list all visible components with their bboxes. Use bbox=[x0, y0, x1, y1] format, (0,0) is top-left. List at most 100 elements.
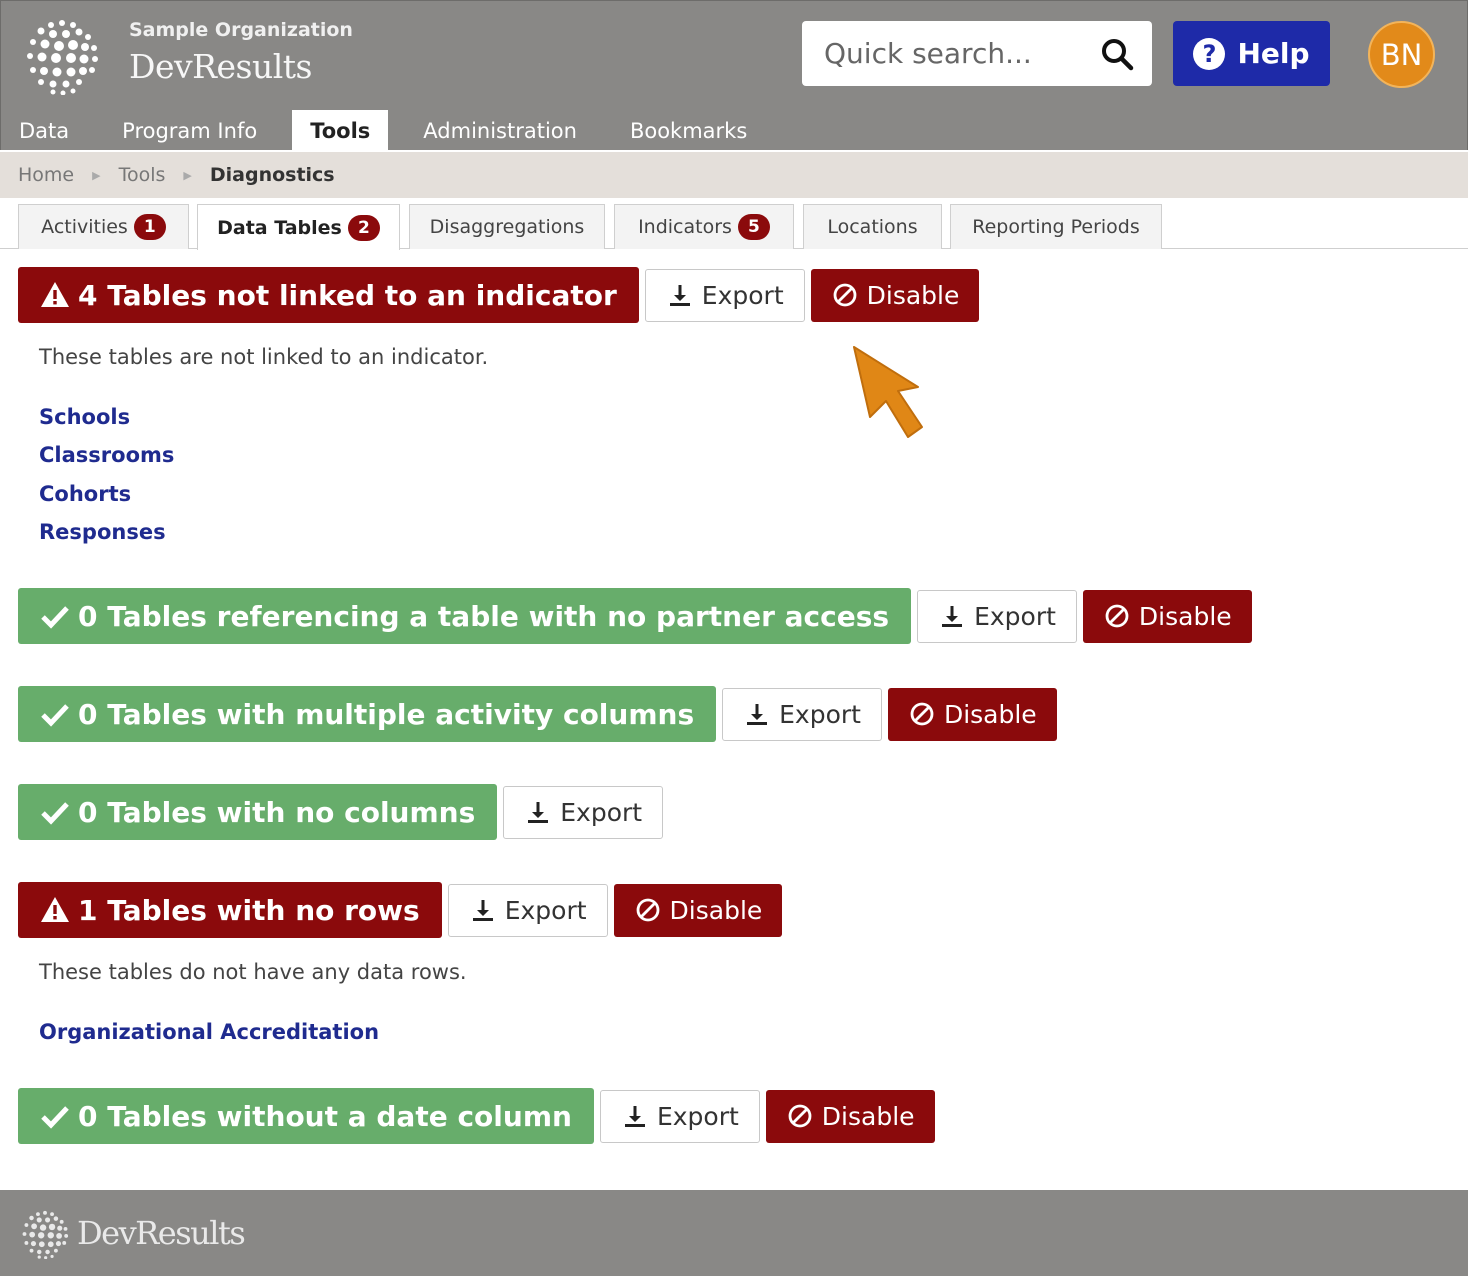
disable-button[interactable]: Disable bbox=[613, 883, 783, 937]
status-badge-ok: 0 Tables with multiple activity columns bbox=[18, 686, 717, 742]
diagnostic-no-rows: 1 Tables with no rows Export Disable bbox=[18, 882, 783, 938]
diagnostic-no-partner-access: 0 Tables referencing a table with no par… bbox=[18, 588, 1252, 644]
status-badge-error: 1 Tables with no rows bbox=[18, 882, 442, 938]
footer-app-name: DevResults bbox=[77, 1214, 246, 1252]
status-badge-error: 4 Tables not linked to an indicator bbox=[18, 267, 639, 323]
diagnostic-description: These tables are not linked to an indica… bbox=[39, 345, 489, 369]
globe-dots-icon[interactable] bbox=[23, 17, 101, 95]
status-title: 4 Tables not linked to an indicator bbox=[78, 278, 617, 312]
download-icon bbox=[669, 285, 690, 306]
disable-label: Disable bbox=[943, 699, 1037, 729]
disable-button[interactable]: Disable bbox=[810, 268, 980, 322]
status-title: 0 Tables referencing a table with no par… bbox=[78, 599, 890, 633]
breadcrumb-home[interactable]: Home bbox=[18, 164, 74, 186]
breadcrumb-tools[interactable]: Tools bbox=[119, 164, 166, 186]
main-nav: Data Program Info Tools Administration B… bbox=[1, 110, 782, 151]
status-badge-ok: 0 Tables without a date column bbox=[18, 1088, 594, 1144]
export-button[interactable]: Export bbox=[722, 687, 882, 741]
export-button[interactable]: Export bbox=[644, 268, 805, 322]
diagnostic-not-linked: 4 Tables not linked to an indicator Expo… bbox=[18, 267, 980, 323]
tab-locations[interactable]: Locations bbox=[803, 204, 942, 249]
help-button[interactable]: ? Help bbox=[1173, 21, 1330, 86]
download-icon bbox=[472, 900, 493, 921]
check-icon bbox=[41, 704, 69, 727]
organization-name: Sample Organization bbox=[129, 19, 353, 41]
ban-icon bbox=[788, 1104, 812, 1128]
table-link-organizational-accreditation[interactable]: Organizational Accreditation bbox=[39, 1020, 379, 1044]
check-icon bbox=[41, 1106, 69, 1129]
diagnostic-no-date-column: 0 Tables without a date column Export Di… bbox=[18, 1088, 935, 1144]
diagnostic-tabs: Activities 1 Data Tables 2 Disaggregatio… bbox=[0, 204, 1468, 250]
nav-item-bookmarks[interactable]: Bookmarks bbox=[612, 110, 765, 151]
tab-disaggregations[interactable]: Disaggregations bbox=[409, 204, 605, 249]
tab-activities[interactable]: Activities 1 bbox=[18, 204, 189, 249]
tab-label: Indicators bbox=[638, 216, 732, 238]
tab-label: Reporting Periods bbox=[972, 216, 1140, 238]
breadcrumb: Home ▶ Tools ▶ Diagnostics bbox=[0, 152, 1468, 198]
globe-dots-icon bbox=[22, 1210, 69, 1259]
nav-item-data[interactable]: Data bbox=[1, 110, 87, 151]
tab-data-tables[interactable]: Data Tables 2 bbox=[197, 204, 400, 250]
app-header: Sample Organization DevResults ? Help BN… bbox=[0, 0, 1468, 151]
tab-indicators[interactable]: Indicators 5 bbox=[614, 204, 794, 249]
check-icon bbox=[41, 802, 69, 825]
tab-reporting-periods[interactable]: Reporting Periods bbox=[950, 204, 1162, 249]
status-title: 0 Tables without a date column bbox=[78, 1099, 572, 1133]
quick-search bbox=[802, 21, 1152, 86]
download-icon bbox=[747, 704, 768, 725]
disable-button[interactable]: Disable bbox=[765, 1089, 935, 1143]
chevron-right-icon: ▶ bbox=[183, 168, 192, 182]
question-circle-icon: ? bbox=[1193, 37, 1226, 70]
chevron-right-icon: ▶ bbox=[92, 168, 101, 182]
disable-button[interactable]: Disable bbox=[1082, 589, 1252, 643]
nav-item-administration[interactable]: Administration bbox=[405, 110, 595, 151]
avatar[interactable]: BN bbox=[1368, 21, 1435, 88]
status-title: 1 Tables with no rows bbox=[78, 893, 420, 927]
download-icon bbox=[942, 606, 963, 627]
status-title: 0 Tables with no columns bbox=[78, 795, 476, 829]
table-link-classrooms[interactable]: Classrooms bbox=[39, 443, 174, 467]
disable-label: Disable bbox=[866, 280, 960, 310]
diagnostic-description: These tables do not have any data rows. bbox=[39, 960, 467, 984]
check-icon bbox=[41, 606, 69, 629]
export-button[interactable]: Export bbox=[917, 589, 1077, 643]
tab-label: Locations bbox=[827, 216, 918, 238]
export-button[interactable]: Export bbox=[599, 1089, 760, 1143]
count-badge: 5 bbox=[737, 214, 770, 240]
nav-item-program-info[interactable]: Program Info bbox=[104, 110, 275, 151]
help-label: Help bbox=[1237, 37, 1310, 70]
disable-label: Disable bbox=[669, 895, 763, 925]
status-badge-ok: 0 Tables with no columns bbox=[18, 784, 498, 840]
app-name[interactable]: DevResults bbox=[129, 47, 312, 86]
download-icon bbox=[624, 1106, 645, 1127]
export-button[interactable]: Export bbox=[503, 785, 664, 839]
table-link-cohorts[interactable]: Cohorts bbox=[39, 482, 131, 506]
table-link-responses[interactable]: Responses bbox=[39, 520, 166, 544]
ban-icon bbox=[910, 702, 934, 726]
export-label: Export bbox=[656, 1101, 739, 1131]
export-label: Export bbox=[701, 280, 784, 310]
ban-icon bbox=[1105, 604, 1129, 628]
export-button[interactable]: Export bbox=[447, 883, 608, 937]
export-label: Export bbox=[974, 601, 1056, 631]
tab-label: Data Tables bbox=[217, 216, 342, 239]
app-footer: DevResults bbox=[0, 1190, 1468, 1276]
nav-item-tools[interactable]: Tools bbox=[292, 110, 389, 151]
download-icon bbox=[528, 802, 549, 823]
search-input[interactable] bbox=[802, 21, 1092, 86]
diagnostic-no-columns: 0 Tables with no columns Export bbox=[18, 784, 664, 840]
export-label: Export bbox=[779, 699, 861, 729]
disable-label: Disable bbox=[1138, 601, 1232, 631]
export-label: Export bbox=[560, 797, 643, 827]
search-icon[interactable] bbox=[1100, 37, 1134, 71]
disable-button[interactable]: Disable bbox=[887, 687, 1057, 741]
tab-label: Disaggregations bbox=[429, 216, 585, 238]
status-title: 0 Tables with multiple activity columns bbox=[78, 697, 695, 731]
warning-triangle-icon bbox=[41, 897, 69, 922]
tab-label: Activities bbox=[41, 216, 128, 238]
table-link-schools[interactable]: Schools bbox=[39, 405, 130, 429]
count-badge: 1 bbox=[133, 214, 166, 240]
export-label: Export bbox=[504, 895, 587, 925]
count-badge: 2 bbox=[347, 214, 380, 241]
breadcrumb-diagnostics: Diagnostics bbox=[209, 164, 335, 186]
